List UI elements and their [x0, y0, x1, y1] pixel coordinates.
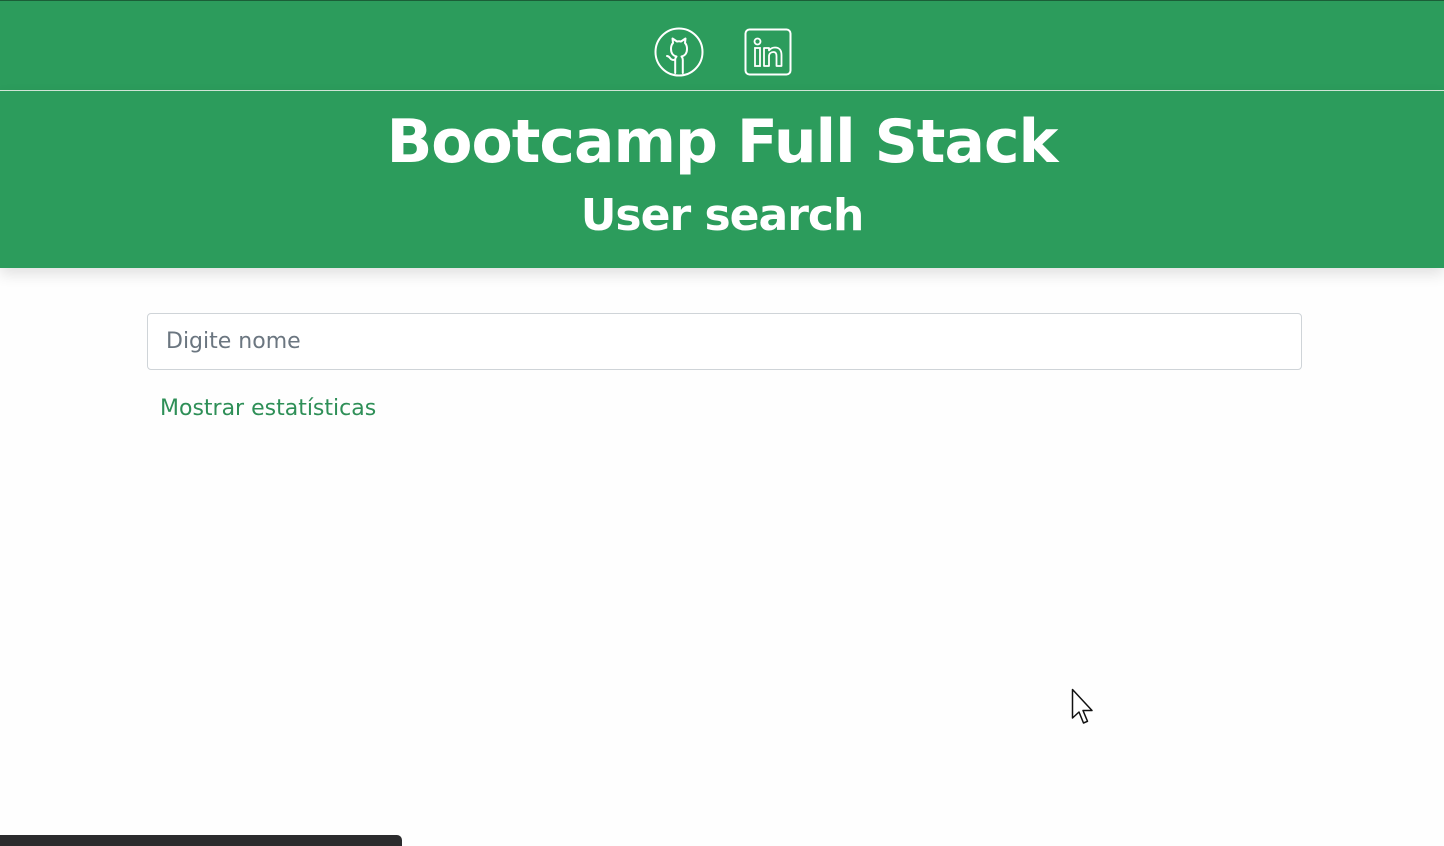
page-title: Bootcamp Full Stack	[386, 107, 1059, 177]
github-link[interactable]	[654, 27, 704, 77]
name-search-input[interactable]	[147, 313, 1302, 370]
show-statistics-link[interactable]: Mostrar estatísticas	[160, 396, 376, 421]
linkedin-link[interactable]	[744, 28, 792, 76]
page-header: Bootcamp Full Stack User search	[0, 91, 1444, 268]
linkedin-icon	[744, 28, 792, 76]
github-icon	[654, 27, 704, 77]
page-subtitle: User search	[580, 190, 865, 241]
top-social-bar	[0, 0, 1444, 91]
mouse-cursor-icon	[1071, 688, 1093, 724]
bottom-overlay-bar	[0, 835, 402, 846]
